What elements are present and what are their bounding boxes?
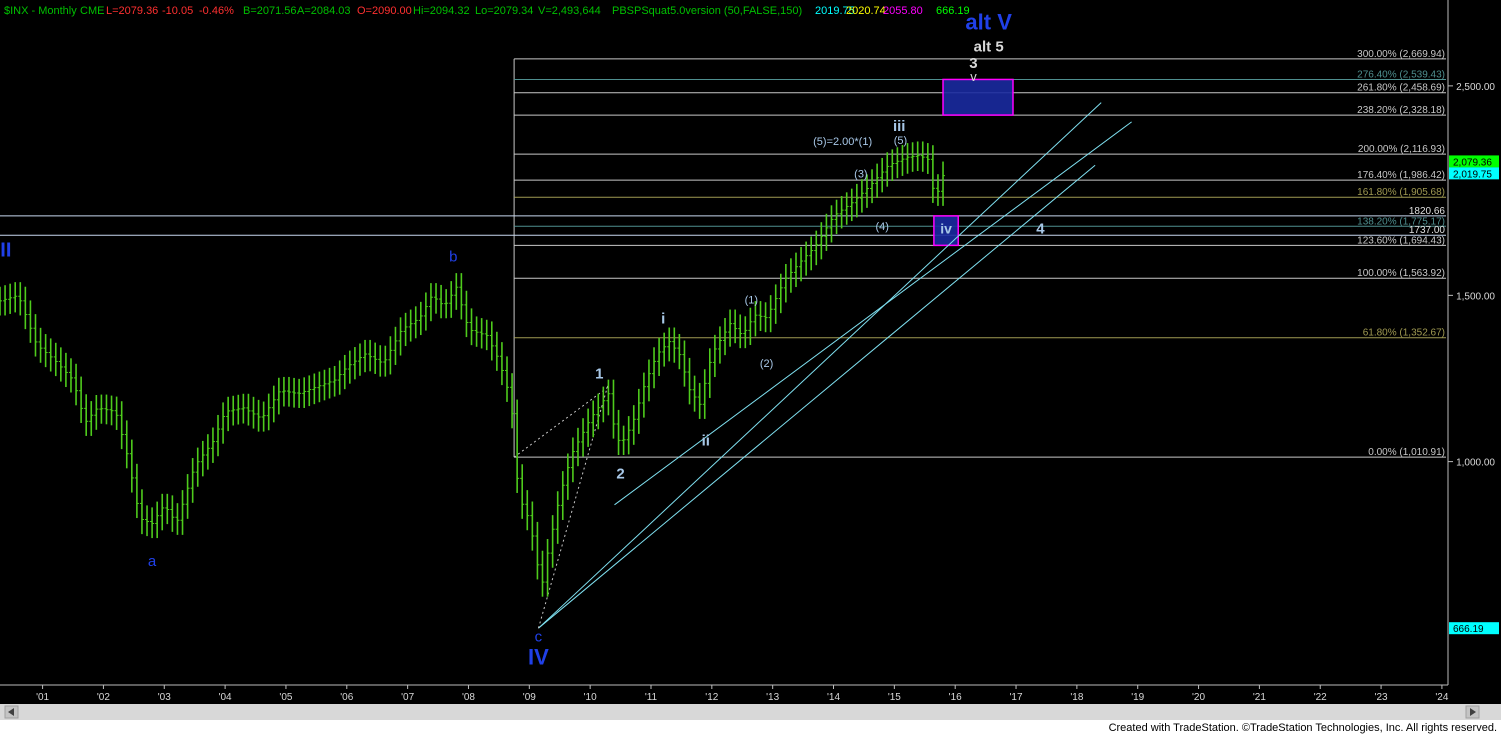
- wave-label: (4): [875, 221, 888, 233]
- time-tick-label: '21: [1253, 692, 1266, 703]
- exchange-label: CME: [80, 5, 104, 17]
- time-tick-label: '08: [462, 692, 475, 703]
- symbol-label: $INX - Monthly: [4, 5, 77, 17]
- wave-label: ii: [702, 433, 710, 450]
- fib-level-label: 161.80% (1,905.68): [1357, 187, 1445, 198]
- price-tag-label: 2,079.36: [1453, 157, 1492, 168]
- time-tick-label: '23: [1375, 692, 1388, 703]
- fib-level-label: 123.60% (1,694.43): [1357, 235, 1445, 246]
- price-tick-label: 1,000.00: [1456, 458, 1495, 469]
- study-value: 2020.74: [846, 5, 886, 17]
- time-tick-label: '07: [401, 692, 414, 703]
- wave-label: alt 5: [974, 38, 1004, 55]
- footer-credit: Created with TradeStation. ©TradeStation…: [0, 720, 1501, 736]
- chart-panel[interactable]: 300.00% (2,669.94) 276.40% (2,539.43) 261.…: [0, 0, 1501, 720]
- time-tick-label: '03: [158, 692, 171, 703]
- fib-level-label: 0.00% (1,010.91): [1368, 447, 1445, 458]
- wave-label: a: [148, 553, 157, 570]
- wave-label: (1): [745, 295, 758, 307]
- scrollbar-track[interactable]: [0, 704, 1501, 720]
- time-tick-label: '02: [97, 692, 110, 703]
- study-value: 2055.80: [883, 5, 923, 17]
- time-tick-label: '22: [1314, 692, 1327, 703]
- support-level-label: 1737.00: [1409, 225, 1446, 236]
- wave-label: III: [0, 239, 11, 261]
- wave-label: IV: [528, 644, 549, 669]
- chart-header: $INX - Monthly CME L=2079.36 -10.05 -0.4…: [4, 5, 970, 17]
- wave-label: (2): [760, 358, 773, 370]
- price-tick-label: 2,500.00: [1456, 82, 1495, 93]
- target-box: [942, 78, 1014, 116]
- volume: V=2,493,644: [538, 5, 601, 17]
- wave-label: b: [449, 248, 457, 265]
- low-price: Lo=2079.34: [475, 5, 533, 17]
- wave-label: (5): [894, 135, 907, 147]
- time-tick-label: '24: [1435, 692, 1448, 703]
- support-level-label: 1820.66: [1409, 206, 1446, 217]
- wave-label: iii: [893, 118, 906, 135]
- time-tick-label: '06: [340, 692, 353, 703]
- fib-level-label: 200.00% (2,116.93): [1358, 144, 1445, 155]
- chart-background: [0, 0, 1501, 720]
- fib-level-label: 61.80% (1,352.67): [1363, 328, 1445, 339]
- high-price: Hi=2094.32: [413, 5, 470, 17]
- time-tick-label: '18: [1070, 692, 1083, 703]
- time-tick-label: '13: [766, 692, 779, 703]
- last-price: L=2079.36: [106, 5, 158, 17]
- price-tag-label: 666.19: [1453, 624, 1484, 635]
- time-tick-label: '12: [705, 692, 718, 703]
- wave-label: (5)=2.00*(1): [813, 136, 872, 148]
- time-tick-label: '05: [279, 692, 292, 703]
- wave-label: (3): [854, 168, 867, 180]
- fib-level-label: 300.00% (2,669.94): [1357, 49, 1445, 60]
- study-name[interactable]: PBSPSquat5.0version (50,FALSE,150): [612, 5, 802, 17]
- bid-price: B=2071.56: [243, 5, 297, 17]
- time-tick-label: '17: [1010, 692, 1023, 703]
- price-tag-label: 2,019.75: [1453, 169, 1492, 180]
- wave-label: 2: [616, 465, 624, 482]
- time-tick-label: '19: [1131, 692, 1144, 703]
- horizontal-scrollbar[interactable]: [0, 704, 1501, 720]
- time-tick-label: '01: [36, 692, 49, 703]
- fib-level-label: 176.40% (1,986.42): [1357, 170, 1445, 181]
- net-change: -10.05: [162, 5, 193, 17]
- open-price: O=2090.00: [357, 5, 412, 17]
- wave-label: 4: [1036, 220, 1045, 237]
- time-tick-label: '14: [827, 692, 840, 703]
- wave-label: iv: [940, 220, 952, 236]
- study-value: 666.19: [936, 5, 970, 17]
- price-chart[interactable]: 300.00% (2,669.94)276.40% (2,539.43)261.…: [0, 0, 1501, 720]
- fib-level-label: 100.00% (1,563.92): [1357, 268, 1445, 279]
- time-tick-label: '11: [645, 692, 658, 703]
- time-tick-label: '16: [949, 692, 962, 703]
- wave-label: 3: [969, 55, 977, 72]
- time-tick-label: '09: [523, 692, 536, 703]
- wave-label: alt V: [965, 9, 1012, 34]
- time-tick-label: '04: [219, 692, 232, 703]
- wave-label: 1: [595, 365, 603, 382]
- percent-change: -0.46%: [199, 5, 234, 17]
- wave-label: i: [661, 311, 665, 328]
- fib-level-label: 238.20% (2,328.18): [1357, 105, 1445, 116]
- price-tick-label: 1,500.00: [1456, 291, 1495, 302]
- time-tick-label: '15: [888, 692, 901, 703]
- time-tick-label: '20: [1192, 692, 1205, 703]
- fib-level-label: 276.40% (2,539.43): [1357, 69, 1445, 80]
- time-tick-label: '10: [584, 692, 597, 703]
- ask-price: A=2084.03: [297, 5, 351, 17]
- wave-label: c: [535, 628, 543, 645]
- fib-level-label: 261.80% (2,458.69): [1357, 83, 1445, 94]
